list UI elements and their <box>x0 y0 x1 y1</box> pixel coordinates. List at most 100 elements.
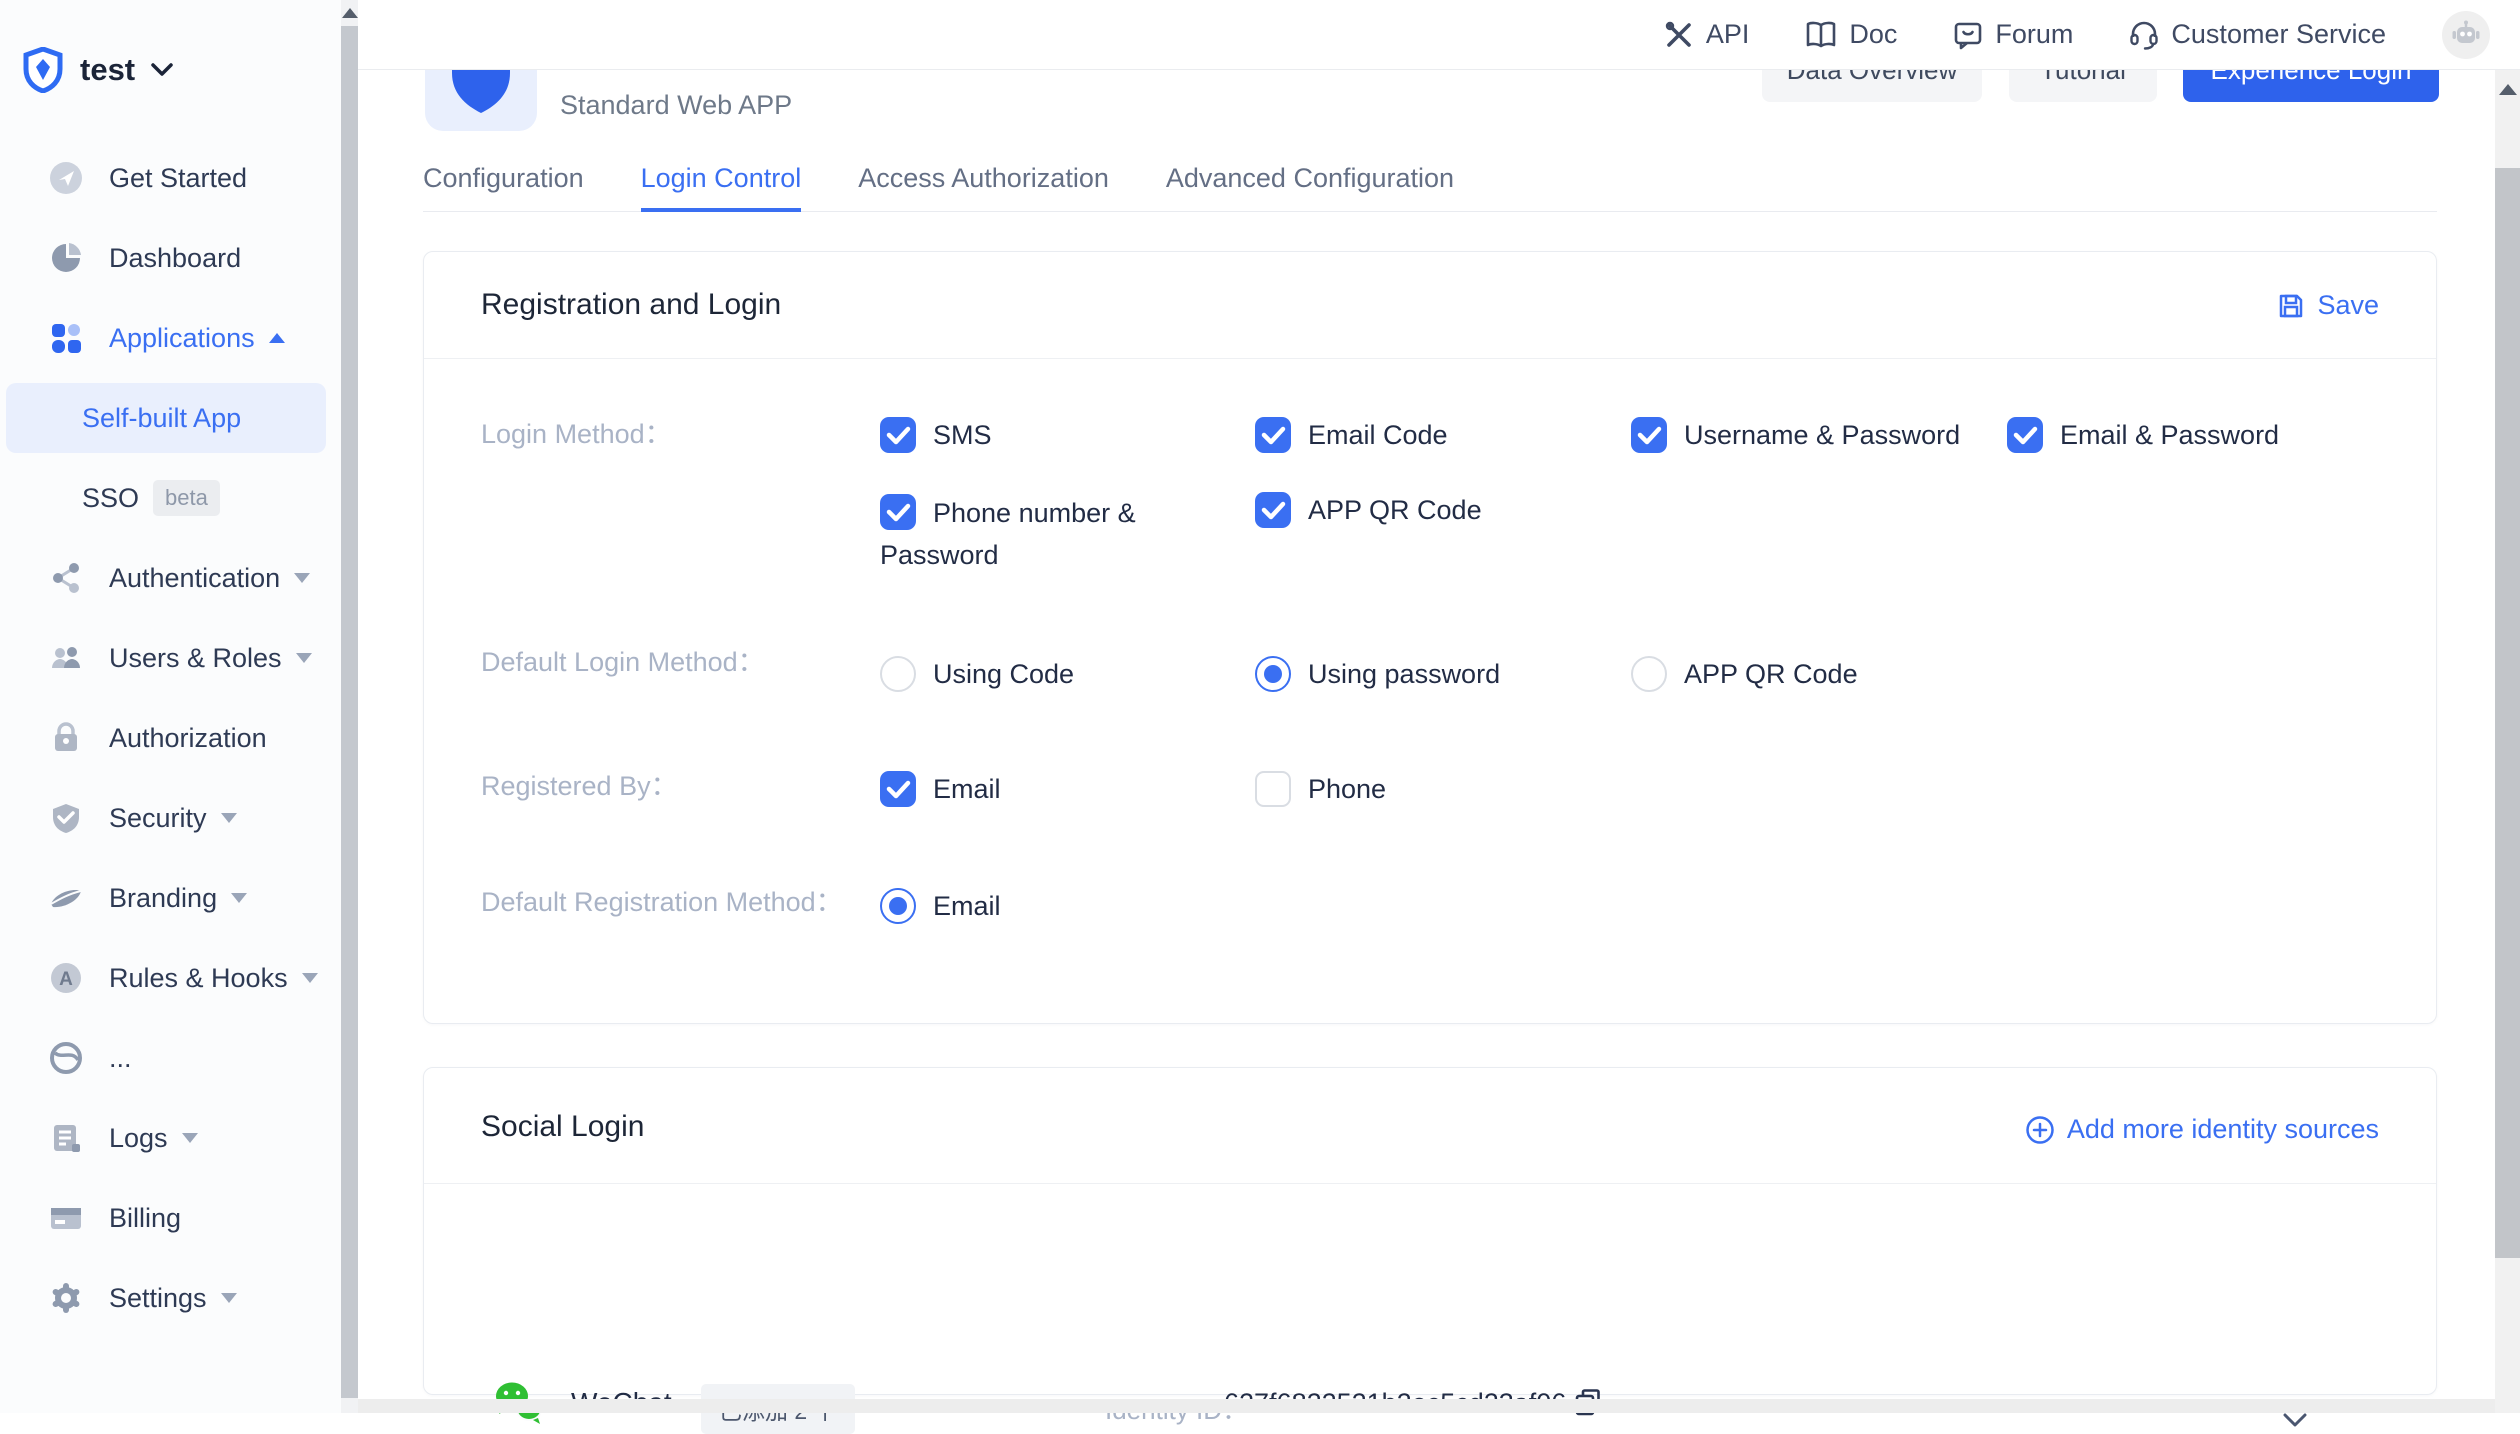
top-navigation-bar: API Doc Forum Customer Service <box>358 0 2520 70</box>
card-title: Social Login <box>481 1110 644 1144</box>
card-title: Registration and Login <box>481 288 781 322</box>
tab-login-control[interactable]: Login Control <box>641 148 802 212</box>
radio-using-password[interactable]: Using password <box>1255 656 1500 692</box>
nav-api-label: API <box>1706 19 1750 50</box>
nav-doc[interactable]: Doc <box>1805 19 1897 50</box>
radio-label: APP QR Code <box>1684 659 1858 690</box>
wechat-row[interactable]: WeChat 已添加 2 个 Identity ID： 627f6822521b… <box>424 1184 2436 1396</box>
sidebar-item-label: Get Started <box>109 163 247 194</box>
dashboard-icon <box>48 240 84 276</box>
sidebar-item-label: Settings <box>109 1283 207 1314</box>
checkbox-registered-email[interactable]: Email <box>880 771 1001 807</box>
nav-api[interactable]: API <box>1664 19 1750 50</box>
nav-customer-service[interactable]: Customer Service <box>2129 19 2386 50</box>
default-registration-method-label: Default Registration Method： <box>481 880 843 919</box>
sidebar-item-settings[interactable]: Settings <box>0 1258 341 1338</box>
sidebar-item-label: Branding <box>109 883 217 914</box>
sidebar-item-rules-hooks[interactable]: A Rules & Hooks <box>0 938 341 1018</box>
sidebar-item-label: Security <box>109 803 207 834</box>
sidebar-item-users-roles[interactable]: Users & Roles <box>0 618 341 698</box>
sidebar-item-branding[interactable]: Branding <box>0 858 341 938</box>
checkbox-checked-icon[interactable] <box>2007 417 2043 453</box>
sidebar-item-authorization[interactable]: Authorization <box>0 698 341 778</box>
forum-chat-icon <box>1953 20 1983 50</box>
save-button[interactable]: Save <box>2277 290 2379 321</box>
robot-icon <box>2450 19 2482 51</box>
brush-icon <box>48 880 84 916</box>
sidebar-scrollbar[interactable] <box>341 0 358 1413</box>
checkbox-email-password[interactable]: Email & Password <box>2007 417 2279 453</box>
checkbox-registered-phone[interactable]: Phone <box>1255 771 1386 807</box>
brand-shield-icon <box>22 47 64 93</box>
checkbox-sms[interactable]: SMS <box>880 417 992 453</box>
tab-access-authorization[interactable]: Access Authorization <box>858 148 1109 212</box>
checkbox-checked-icon[interactable] <box>880 417 916 453</box>
workspace-name: test <box>80 52 135 88</box>
chevron-down-icon <box>151 63 173 77</box>
checkbox-label: Email Code <box>1308 420 1448 451</box>
caret-down-icon <box>231 893 247 903</box>
checkbox-phone-number-password[interactable]: Phone number & Password <box>880 492 1220 576</box>
tab-advanced-configuration[interactable]: Advanced Configuration <box>1166 148 1454 212</box>
checkbox-username-password[interactable]: Username & Password <box>1631 417 1960 453</box>
radio-unselected-icon[interactable] <box>880 656 916 692</box>
sidebar-item-label: Dashboard <box>109 243 241 274</box>
scroll-up-arrow[interactable] <box>342 8 358 18</box>
sidebar-item-authentication[interactable]: Authentication <box>0 538 341 618</box>
checkbox-checked-icon[interactable] <box>880 771 916 807</box>
sidebar-item-label: Self-built App <box>82 403 241 434</box>
sidebar-item-label: Rules & Hooks <box>109 963 288 994</box>
checkbox-checked-icon[interactable] <box>880 494 916 530</box>
page-background <box>358 1399 2495 1413</box>
radio-registration-email[interactable]: Email <box>880 888 1001 924</box>
sidebar-item-sso[interactable]: SSO beta <box>0 458 341 538</box>
scrollbar-thumb[interactable] <box>2495 168 2520 1258</box>
nav-forum-label: Forum <box>1995 19 2073 50</box>
sidebar-item-dashboard[interactable]: Dashboard <box>0 218 341 298</box>
checkbox-app-qr-code[interactable]: APP QR Code <box>1255 492 1482 528</box>
checkbox-checked-icon[interactable] <box>1631 417 1667 453</box>
sidebar-item-label: Applications <box>109 323 255 354</box>
radio-using-code[interactable]: Using Code <box>880 656 1074 692</box>
caret-down-icon <box>221 1293 237 1303</box>
checkbox-unchecked-icon[interactable] <box>1255 771 1291 807</box>
nav-forum[interactable]: Forum <box>1953 19 2073 50</box>
sidebar-item-applications[interactable]: Applications <box>0 298 341 378</box>
checkbox-label: Email <box>933 774 1001 805</box>
main-scrollbar[interactable] <box>2495 70 2520 1413</box>
checkbox-checked-icon[interactable] <box>1255 417 1291 453</box>
checkbox-checked-icon[interactable] <box>1255 492 1291 528</box>
expand-chevron-icon[interactable] <box>2282 1412 2308 1433</box>
radio-selected-icon[interactable] <box>1255 656 1291 692</box>
caret-down-icon <box>182 1133 198 1143</box>
checkbox-label: Username & Password <box>1684 420 1960 451</box>
radio-app-qr-code[interactable]: APP QR Code <box>1631 656 1858 692</box>
radio-unselected-icon[interactable] <box>1631 656 1667 692</box>
sidebar-menu: Get Started Dashboard Applications Self-… <box>0 138 341 1338</box>
user-avatar[interactable] <box>2442 11 2490 59</box>
sidebar-item-label: Users & Roles <box>109 643 282 674</box>
sidebar-item-security[interactable]: Security <box>0 778 341 858</box>
caret-down-icon <box>302 973 318 983</box>
sidebar-item-label: ... <box>109 1043 132 1074</box>
checkbox-label: Phone number & Password <box>880 498 1136 570</box>
radio-selected-icon[interactable] <box>880 888 916 924</box>
sidebar-item-label: Billing <box>109 1203 181 1234</box>
workspace-switcher[interactable]: test <box>22 40 173 100</box>
sidebar-item-label: Logs <box>109 1123 168 1154</box>
add-identity-sources-button[interactable]: Add more identity sources <box>2025 1114 2379 1145</box>
scroll-up-arrow[interactable] <box>2499 84 2517 95</box>
sidebar-item-logs[interactable]: Logs <box>0 1098 341 1178</box>
checkbox-email-code[interactable]: Email Code <box>1255 417 1448 453</box>
svg-text:A: A <box>59 969 73 990</box>
caret-down-icon <box>221 813 237 823</box>
sidebar-item-self-built-app[interactable]: Self-built App <box>0 378 341 458</box>
navigation-icon <box>48 160 84 196</box>
scrollbar-thumb[interactable] <box>341 26 358 1398</box>
sidebar-item-billing[interactable]: Billing <box>0 1178 341 1258</box>
registration-login-card: Registration and Login Save Login Method… <box>423 251 2437 1024</box>
checkbox-label: SMS <box>933 420 992 451</box>
sidebar-item-get-started[interactable]: Get Started <box>0 138 341 218</box>
tab-configuration[interactable]: Configuration <box>423 148 584 212</box>
sidebar-item-more[interactable]: ... <box>0 1018 341 1098</box>
